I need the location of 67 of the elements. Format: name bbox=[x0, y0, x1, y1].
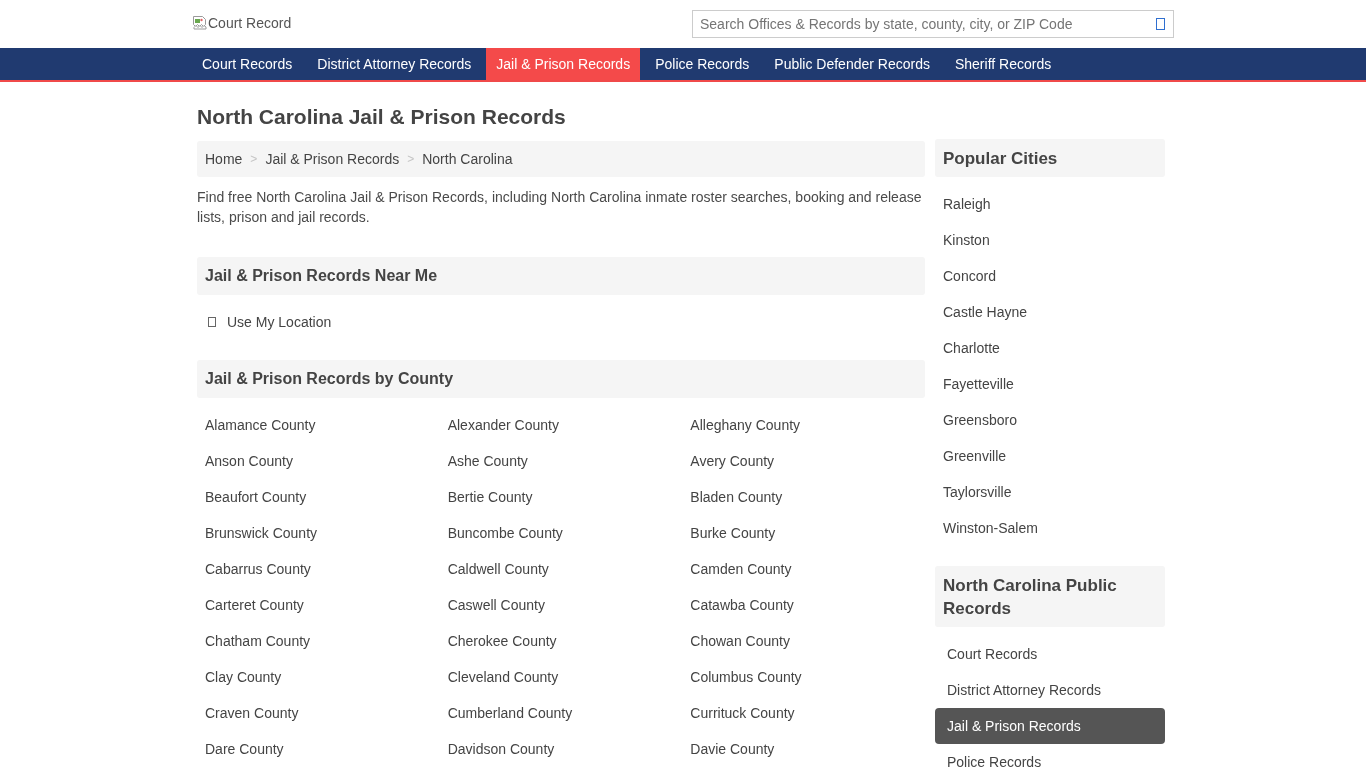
city-link[interactable]: Greenville bbox=[943, 438, 1007, 474]
county-link[interactable]: Bertie County bbox=[447, 479, 533, 515]
county-link[interactable]: Ashe County bbox=[447, 443, 528, 479]
county-link[interactable]: Davie County bbox=[690, 731, 775, 767]
nav-tab[interactable]: Public Defender Records bbox=[764, 48, 940, 80]
intro-text: Find free North Carolina Jail & Prison Records, including North Carolina inmate roster searches, booking and release lists, prison and jail records. bbox=[197, 188, 923, 227]
box-glyph-icon bbox=[208, 317, 216, 327]
site-logo-link[interactable]: Court Record bbox=[192, 15, 292, 31]
county-link[interactable]: Caldwell County bbox=[447, 551, 549, 587]
county-link[interactable]: Cumberland County bbox=[447, 695, 573, 731]
county-link[interactable]: Cabarrus County bbox=[205, 551, 311, 587]
nav-tab[interactable]: Sheriff Records bbox=[944, 48, 1062, 80]
sidebar-link[interactable]: Police Records bbox=[935, 744, 1165, 768]
use-location-link[interactable]: Use My Location bbox=[227, 314, 332, 330]
county-link[interactable]: Currituck County bbox=[690, 695, 795, 731]
county-link[interactable]: Clay County bbox=[205, 659, 282, 695]
city-link[interactable]: Charlotte bbox=[943, 330, 1000, 366]
county-link[interactable]: Avery County bbox=[690, 443, 775, 479]
county-link[interactable]: Buncombe County bbox=[447, 515, 563, 551]
county-link[interactable]: Alamance County bbox=[205, 407, 316, 443]
county-link[interactable]: Caswell County bbox=[447, 587, 545, 623]
city-link[interactable]: Concord bbox=[943, 258, 996, 294]
county-link[interactable]: Beaufort County bbox=[205, 479, 307, 515]
county-link[interactable]: Burke County bbox=[690, 515, 776, 551]
city-link[interactable]: Winston-Salem bbox=[943, 510, 1038, 546]
county-link[interactable]: Craven County bbox=[205, 695, 299, 731]
nav-tab[interactable]: Police Records bbox=[645, 48, 760, 80]
county-link[interactable]: Alexander County bbox=[447, 407, 559, 443]
nav-tab[interactable]: Jail & Prison Records bbox=[486, 48, 641, 80]
city-link[interactable]: Greensboro bbox=[943, 402, 1017, 438]
county-link[interactable]: Bladen County bbox=[690, 479, 783, 515]
county-link[interactable]: Davidson County bbox=[447, 731, 555, 767]
sidebar-heading: North Carolina Public Records bbox=[935, 566, 1165, 627]
sidebar-link[interactable]: District Attorney Records bbox=[935, 672, 1165, 708]
city-link[interactable]: Fayetteville bbox=[943, 366, 1014, 402]
county-link[interactable]: Alleghany County bbox=[690, 407, 801, 443]
county-link[interactable]: Chowan County bbox=[690, 623, 790, 659]
county-link[interactable]: Brunswick County bbox=[205, 515, 318, 551]
nav-tab[interactable]: District Attorney Records bbox=[307, 48, 482, 80]
box-glyph-icon bbox=[1156, 18, 1165, 30]
breadcrumb-link[interactable]: Home bbox=[205, 151, 243, 167]
sidebar-link[interactable]: Court Records bbox=[935, 636, 1165, 672]
nav-tab[interactable]: Court Records bbox=[192, 48, 303, 80]
city-link[interactable]: Taylorsville bbox=[943, 474, 1012, 510]
county-link[interactable]: Anson County bbox=[205, 443, 293, 479]
city-link[interactable]: Kinston bbox=[943, 222, 990, 258]
county-link[interactable]: Camden County bbox=[690, 551, 792, 587]
search-field[interactable]: Search Offices & Records by state, county, city, or ZIP Code bbox=[692, 10, 1174, 38]
breadcrumb-link[interactable]: Jail & Prison Records bbox=[265, 151, 400, 167]
county-link[interactable]: Cherokee County bbox=[447, 623, 557, 659]
page-title: North Carolina Jail & Prison Records bbox=[197, 104, 567, 130]
breadcrumb-separator: > bbox=[407, 152, 415, 166]
county-link[interactable]: Cleveland County bbox=[447, 659, 559, 695]
broken-image-icon bbox=[192, 15, 208, 31]
section-heading: Jail & Prison Records Near Me bbox=[197, 257, 925, 295]
city-link[interactable]: Castle Hayne bbox=[943, 294, 1028, 330]
sidebar-link[interactable]: Jail & Prison Records bbox=[935, 708, 1165, 744]
county-link[interactable]: Chatham County bbox=[205, 623, 311, 659]
city-link[interactable]: Raleigh bbox=[943, 186, 991, 222]
sidebar-heading: Popular Cities bbox=[935, 139, 1165, 177]
county-link[interactable]: Columbus County bbox=[690, 659, 802, 695]
breadcrumb-separator: > bbox=[250, 152, 258, 166]
county-link[interactable]: Carteret County bbox=[205, 587, 304, 623]
county-link[interactable]: Catawba County bbox=[690, 587, 794, 623]
section-heading: Jail & Prison Records by County bbox=[197, 360, 925, 398]
county-link[interactable]: Dare County bbox=[205, 731, 284, 767]
breadcrumb-link[interactable]: North Carolina bbox=[422, 151, 513, 167]
